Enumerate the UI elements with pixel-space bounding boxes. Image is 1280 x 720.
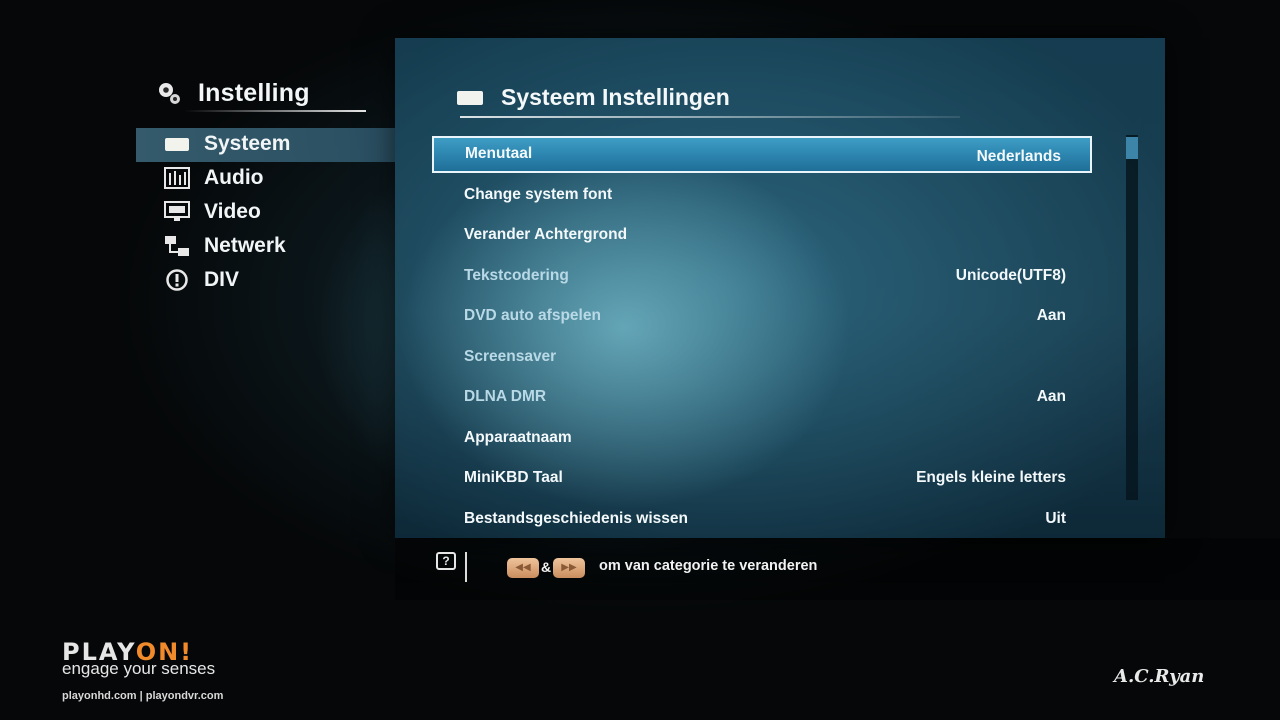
setting-label: Verander Achtergrond — [464, 226, 628, 243]
menu-label-netwerk: Netwerk — [204, 234, 286, 257]
menu-item-audio[interactable]: Audio — [136, 162, 396, 196]
menu-label-systeem: Systeem — [204, 132, 291, 155]
setting-label: Menutaal — [465, 145, 533, 162]
next-category-button: ▶▶ — [553, 558, 585, 578]
prev-category-button: ◀◀ — [507, 558, 539, 578]
help-divider — [465, 552, 467, 582]
acryan-logo: A.C.Ryan — [1114, 666, 1205, 687]
setting-label: DVD auto afspelen — [464, 307, 601, 324]
setting-value: Unicode(UTF8) — [955, 266, 1066, 284]
setting-label: DLNA DMR — [464, 388, 547, 405]
setting-value: Aan — [1036, 307, 1066, 324]
info-circle-icon — [166, 269, 188, 291]
setting-value: Engels kleine letters — [916, 469, 1066, 486]
panel-title-underline — [460, 116, 960, 118]
setting-label: Bestandsgeschiedenis wissen — [464, 509, 688, 527]
menu-label-video: Video — [204, 200, 261, 223]
setting-label: Apparaatnaam — [464, 428, 572, 446]
menu-item-div[interactable]: DIV — [136, 264, 396, 298]
menu-item-video[interactable]: Video — [136, 196, 396, 230]
setting-label: MiniKBD Taal — [464, 469, 563, 486]
gear-icon — [159, 83, 180, 104]
menu-label-div: DIV — [204, 268, 240, 291]
setting-value: Uit — [1045, 509, 1066, 527]
help-ampersand: & — [541, 559, 552, 575]
help-icon: ? — [436, 552, 456, 570]
brand-tagline: engage your senses — [62, 659, 216, 678]
network-icon — [165, 236, 189, 256]
setting-row-minikbd[interactable]: MiniKBD Taal Engels kleine letters — [432, 460, 1092, 501]
setting-row-system-font[interactable]: Change system font — [432, 177, 1092, 218]
setting-row-screensaver[interactable]: Screensaver — [432, 339, 1092, 380]
brand-urls: playonhd.com | playondvr.com — [62, 690, 224, 702]
audio-equalizer-icon — [164, 167, 190, 189]
settings-title: Instelling — [198, 79, 310, 107]
setting-row-dlna-dmr[interactable]: DLNA DMR Aan — [432, 379, 1092, 420]
video-monitor-icon — [164, 201, 190, 221]
title-underline — [184, 110, 366, 112]
menu-label-audio: Audio — [204, 166, 264, 189]
setting-label: Screensaver — [464, 347, 557, 365]
setting-row-tekstcodering[interactable]: Tekstcodering Unicode(UTF8) — [432, 258, 1092, 299]
settings-scrollbar[interactable] — [1126, 135, 1138, 500]
menu-item-systeem[interactable]: Systeem — [136, 128, 396, 162]
setting-row-dvd-auto[interactable]: DVD auto afspelen Aan — [432, 298, 1092, 339]
setting-row-menutaal[interactable]: Menutaal Nederlands — [432, 136, 1092, 173]
setting-value: Aan — [1036, 388, 1066, 405]
setting-row-geschiedenis[interactable]: Bestandsgeschiedenis wissen Uit — [432, 501, 1092, 542]
panel-title: Systeem Instellingen — [501, 84, 730, 110]
setting-value: Nederlands — [976, 148, 1061, 165]
settings-list: Menutaal Nederlands Change system font V… — [432, 136, 1092, 541]
menu-item-netwerk[interactable]: Netwerk — [136, 230, 396, 264]
setting-row-apparaatnaam[interactable]: Apparaatnaam — [432, 420, 1092, 461]
setting-label: Change system font — [464, 185, 613, 203]
setting-label: Tekstcodering — [464, 266, 569, 284]
category-menu: Systeem Audio Video Netwerk DIV — [136, 128, 396, 298]
scrollbar-thumb[interactable] — [1126, 137, 1138, 159]
system-card-icon — [165, 138, 189, 151]
help-text: om van categorie te veranderen — [599, 558, 818, 574]
setting-row-achtergrond[interactable]: Verander Achtergrond — [432, 217, 1092, 258]
system-card-icon — [457, 91, 483, 105]
